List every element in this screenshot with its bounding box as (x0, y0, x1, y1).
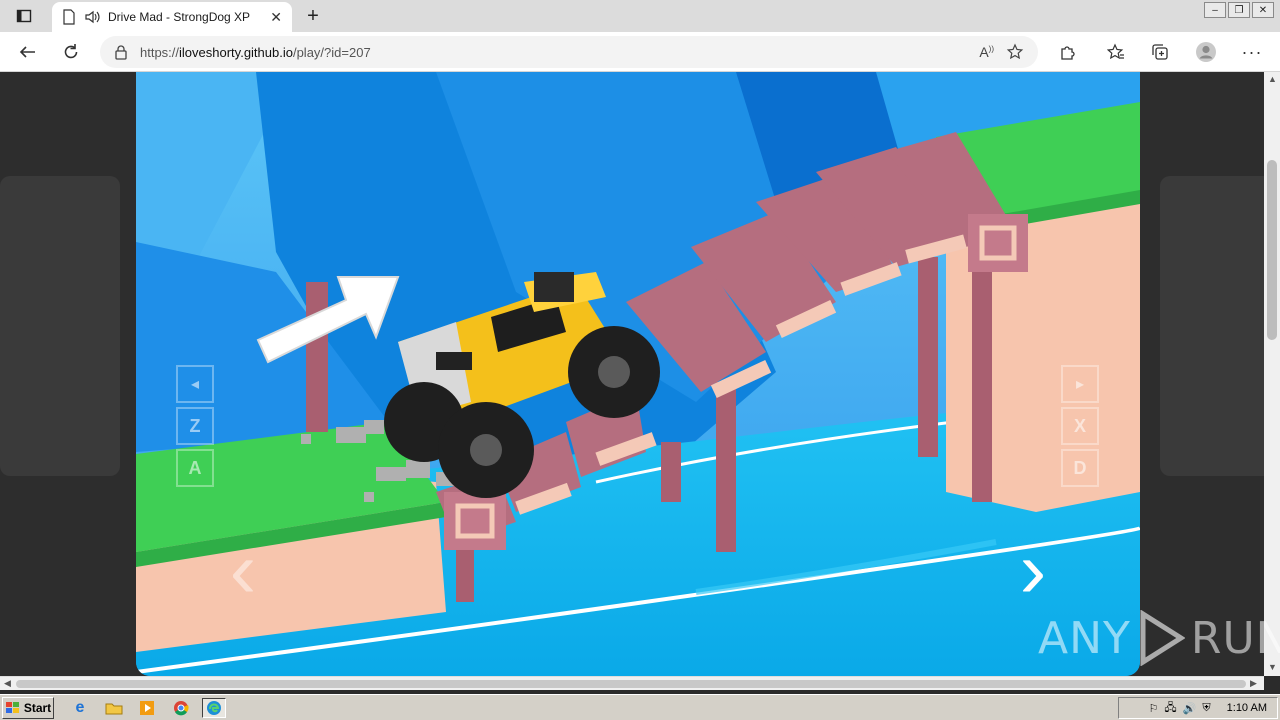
address-bar[interactable]: https://iloveshorty.github.io/play/?id=2… (100, 36, 1038, 68)
folder-icon[interactable] (102, 698, 126, 718)
start-button[interactable]: Start (2, 697, 54, 719)
read-aloud-icon[interactable]: A)) (979, 44, 994, 60)
clock[interactable]: 1:10 AM (1227, 702, 1267, 714)
speaker-icon[interactable] (84, 10, 100, 24)
previous-level-button[interactable]: ‹ (218, 530, 268, 610)
close-tab-icon[interactable]: ✕ (270, 9, 282, 26)
reload-icon (64, 44, 78, 59)
back-arrow-icon (19, 46, 35, 58)
url-domain: iloveshorty.github.io (179, 44, 293, 60)
back-button[interactable] (12, 38, 42, 66)
security-icon[interactable]: ⛨ (1202, 702, 1210, 715)
favorites-button[interactable] (1102, 38, 1130, 66)
z-key[interactable]: Z (176, 407, 214, 445)
browser-toolbar: https://iloveshorty.github.io/play/?id=2… (0, 32, 1280, 72)
more-icon: ··· (1241, 41, 1263, 62)
network-icon[interactable]: 🖧 (1164, 699, 1176, 718)
right-control-group: ▸ X D (1061, 365, 1101, 487)
minimize-button[interactable]: ‒ (1204, 2, 1226, 18)
a-key[interactable]: A (176, 449, 214, 487)
scroll-up-icon[interactable]: ▲ (1268, 74, 1277, 84)
x-key[interactable]: X (1061, 407, 1099, 445)
scroll-left-icon[interactable]: ◀ (4, 678, 11, 689)
game-canvas[interactable]: ◂ Z A ▸ X D ‹ › (136, 72, 1140, 676)
right-control-key[interactable]: ▸ (1061, 365, 1099, 403)
collections-button[interactable] (1146, 38, 1174, 66)
close-window-button[interactable]: ✕ (1252, 2, 1274, 18)
anyrun-watermark: ANY RUN (1038, 610, 1280, 666)
url-prefix: https:// (140, 44, 180, 60)
d-key[interactable]: D (1061, 449, 1099, 487)
reload-button[interactable] (56, 38, 86, 66)
tab-bar: Drive Mad - StrongDog XP ✕ + ‒ ❐ ✕ (0, 0, 1280, 32)
game-scene (136, 72, 1140, 676)
extensions-button[interactable] (1054, 38, 1082, 66)
left-side-panel (0, 176, 120, 476)
browser-tab[interactable]: Drive Mad - StrongDog XP ✕ (52, 2, 292, 32)
tab-actions-button[interactable] (8, 4, 40, 28)
watermark-text-left: ANY (1038, 612, 1131, 664)
windows-logo-icon (5, 702, 19, 713)
flag-icon[interactable]: ⚐ (1149, 702, 1159, 715)
ie-icon[interactable]: e (68, 698, 92, 718)
vertical-scroll-thumb[interactable] (1267, 160, 1277, 340)
tab-actions-icon (16, 9, 32, 23)
next-level-button[interactable]: › (1008, 530, 1058, 610)
page-viewport: ◂ Z A ▸ X D ‹ › (0, 72, 1264, 676)
right-side-panel (1160, 176, 1264, 476)
avatar (1196, 42, 1216, 62)
horizontal-scroll-thumb[interactable] (16, 680, 1246, 688)
edge-icon[interactable] (202, 698, 226, 718)
vertical-scrollbar[interactable]: ▲ ▼ (1264, 72, 1280, 676)
left-control-group: ◂ Z A (176, 365, 216, 487)
watermark-text-right: RUN (1190, 612, 1280, 664)
taskbar: Start e ⚐ 🖧 🔊 ⛨ 1:10 AM (0, 694, 1280, 720)
url-text[interactable]: https://iloveshorty.github.io/play/?id=2… (140, 45, 967, 60)
volume-icon[interactable]: 🔊 (1183, 702, 1197, 715)
collections-icon (1152, 44, 1168, 60)
restore-button[interactable]: ❐ (1228, 2, 1250, 18)
add-favorite-icon[interactable] (1006, 43, 1024, 61)
favorites-icon (1107, 43, 1124, 60)
start-label: Start (23, 701, 52, 715)
scroll-right-icon[interactable]: ▶ (1250, 678, 1257, 689)
url-path: /play/?id=207 (292, 44, 371, 60)
horizontal-scrollbar[interactable]: ◀ ▶ (0, 676, 1264, 690)
system-tray: ⚐ 🖧 🔊 ⛨ 1:10 AM (1118, 697, 1278, 719)
window-controls: ‒ ❐ ✕ (1204, 2, 1274, 18)
puzzle-icon (1061, 46, 1075, 60)
left-control-key[interactable]: ◂ (176, 365, 214, 403)
page-icon (63, 9, 75, 25)
play-logo-icon (1140, 610, 1185, 666)
chrome-icon[interactable] (169, 698, 193, 718)
settings-menu-button[interactable]: ··· (1238, 38, 1266, 66)
new-tab-button[interactable]: + (300, 4, 326, 28)
media-player-icon[interactable] (135, 698, 159, 718)
lock-icon[interactable] (114, 44, 128, 60)
profile-button[interactable] (1192, 38, 1220, 66)
tab-title: Drive Mad - StrongDog XP (108, 10, 251, 24)
